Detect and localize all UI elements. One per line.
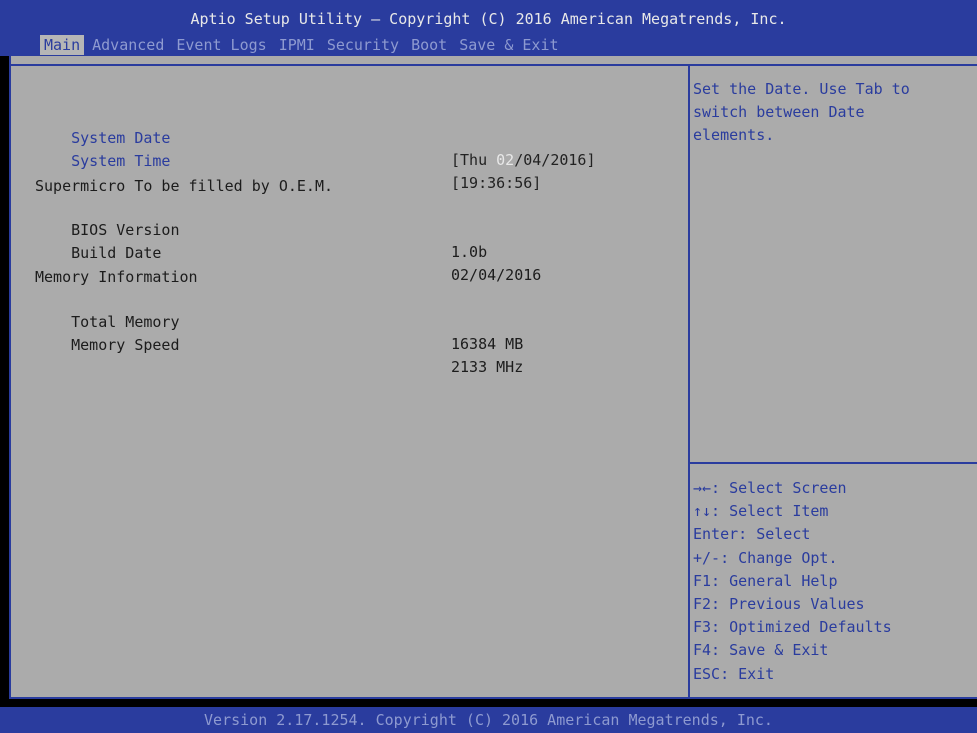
key-optimized-defaults: F3: Optimized Defaults <box>693 618 892 637</box>
panel-vertical-divider <box>688 66 690 697</box>
system-time-label: System Time <box>71 152 171 170</box>
bios-version-value: 1.0b <box>451 243 488 261</box>
tab-security[interactable]: Security <box>323 35 403 55</box>
title-bar: Aptio Setup Utility – Copyright (C) 2016… <box>0 0 977 56</box>
version-footer: Version 2.17.1254. Copyright (C) 2016 Am… <box>0 707 977 733</box>
key-change-opt: +/-: Change Opt. <box>693 548 838 567</box>
date-rest: /04/2016] <box>514 151 596 169</box>
oem-line: Supermicro To be filled by O.E.M. <box>35 177 334 195</box>
memory-heading: Memory Information <box>35 268 198 286</box>
tab-save-exit[interactable]: Save & Exit <box>455 35 562 55</box>
key-esc-exit: ESC: Exit <box>693 664 775 683</box>
key-select-item: ↑↓: Select Item <box>693 502 829 521</box>
memory-speed-label: Memory Speed <box>71 336 180 354</box>
tab-advanced[interactable]: Advanced <box>88 35 168 55</box>
total-memory-value: 16384 MB <box>451 335 524 353</box>
build-date-row: Build Date 02/04/2016 <box>35 220 541 284</box>
system-time-row[interactable]: System Time [19:36:56] <box>35 128 541 192</box>
bios-version-row: BIOS Version 1.0b <box>35 197 487 261</box>
key-save-exit: F4: Save & Exit <box>693 641 829 660</box>
utility-title: Aptio Setup Utility – Copyright (C) 2016… <box>190 10 787 28</box>
build-date-label: Build Date <box>71 244 162 262</box>
memory-speed-row: Memory Speed 2133 MHz <box>35 312 523 376</box>
tab-event-logs[interactable]: Event Logs <box>172 35 270 55</box>
date-day: [Thu <box>451 151 497 169</box>
system-date-row[interactable]: System Date [Thu 02/04/2016] <box>35 105 595 169</box>
key-select-screen: →←: Select Screen <box>693 479 847 497</box>
date-month-selected[interactable]: 02 <box>496 151 514 169</box>
key-general-help: F1: General Help <box>693 571 838 590</box>
menu-tabs: Main Advanced Event Logs IPMI Security Boot Sa… <box>40 35 567 55</box>
panel-top-divider <box>11 64 977 66</box>
help-text: Set the Date. Use Tab to switch between … <box>693 78 968 147</box>
total-memory-row: Total Memory 16384 MB <box>35 289 523 353</box>
memory-speed-value: 2133 MHz <box>451 358 524 376</box>
main-panel: System Date [Thu 02/04/2016] System Time… <box>9 56 977 699</box>
tab-ipmi[interactable]: IPMI <box>275 35 319 55</box>
help-line: switch between Date <box>693 103 865 121</box>
system-time-value[interactable]: [19:36:56] <box>451 172 541 194</box>
help-line: elements. <box>693 126 775 144</box>
system-date-value[interactable]: [Thu 02/04/2016] <box>451 149 596 171</box>
key-legend: →←: Select Screen ↑↓: Select Item Enter:… <box>693 477 968 686</box>
build-date-value: 02/04/2016 <box>451 266 542 284</box>
help-divider <box>690 462 977 464</box>
tab-boot[interactable]: Boot <box>407 35 451 55</box>
key-previous-values: F2: Previous Values <box>693 595 865 614</box>
tab-main[interactable]: Main <box>40 35 85 55</box>
key-enter: Enter: Select <box>693 525 811 544</box>
help-line: Set the Date. Use Tab to <box>693 80 910 98</box>
